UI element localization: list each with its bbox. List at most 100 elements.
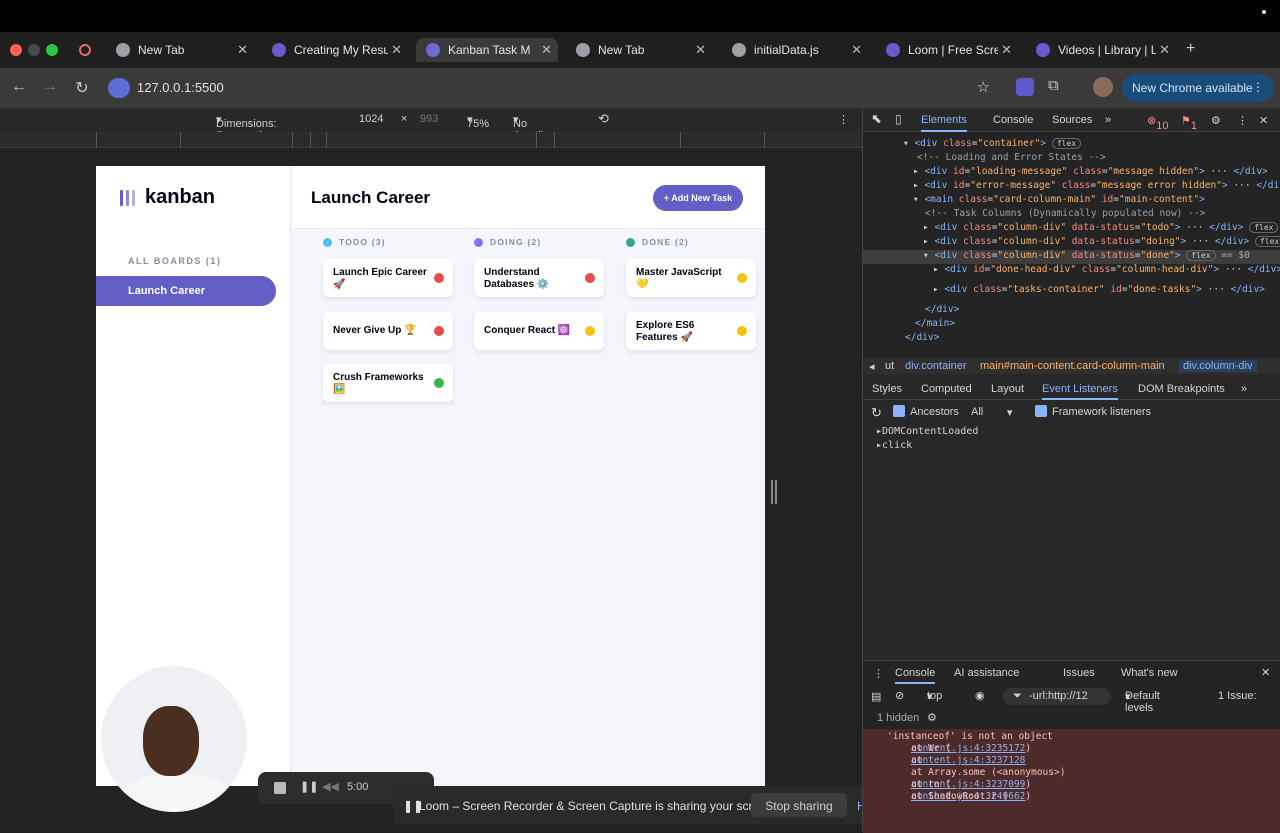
- task-card[interactable]: Never Give Up 🏆: [323, 311, 453, 350]
- close-icon[interactable]: ✕: [1261, 666, 1270, 679]
- browser-tab[interactable]: Videos | Library | L ✕: [1026, 38, 1176, 62]
- close-tab-icon[interactable]: ✕: [1159, 42, 1170, 58]
- dom-node[interactable]: ▾ <div class="container"> flex: [903, 138, 1082, 149]
- warning-count[interactable]: ⚑ 1: [1181, 114, 1197, 132]
- breadcrumb-item[interactable]: div.column-div: [1179, 360, 1257, 372]
- source-link[interactable]: content.js:4:3237128: [911, 755, 1025, 766]
- settings-icon[interactable]: ⚙: [1211, 114, 1221, 127]
- dom-node[interactable]: ▸ <div id="error-message" class="message…: [913, 180, 1280, 191]
- issues-count[interactable]: 1 Issue:: [1218, 690, 1257, 702]
- task-card[interactable]: Launch Epic Career 🚀: [323, 259, 453, 297]
- dom-node[interactable]: </main>: [915, 318, 955, 329]
- subtab-styles[interactable]: Styles: [872, 383, 902, 395]
- sidebar-toggle-icon[interactable]: ▤: [871, 690, 881, 703]
- new-chrome-button[interactable]: New Chrome available ⋮: [1122, 74, 1274, 102]
- dom-node[interactable]: <!-- Loading and Error States -->: [917, 152, 1106, 163]
- breadcrumb-item[interactable]: div.container: [905, 360, 967, 372]
- more-icon[interactable]: ⋮: [838, 113, 849, 126]
- breadcrumb-item[interactable]: main#main-content.card-column-main: [980, 360, 1165, 372]
- star-icon[interactable]: ☆: [977, 78, 990, 96]
- stop-sharing-button[interactable]: Stop sharing: [751, 793, 847, 817]
- dom-node[interactable]: <!-- Task Columns (Dynamically populated…: [925, 208, 1205, 219]
- board-item-launch-career[interactable]: Launch Career: [96, 276, 276, 306]
- close-tab-icon[interactable]: ✕: [851, 42, 862, 58]
- tab-ai-assistance[interactable]: AI assistance: [954, 667, 1019, 679]
- task-card[interactable]: Master JavaScript 💛: [626, 259, 756, 297]
- pause-icon[interactable]: ❚❚: [300, 780, 318, 793]
- address-bar[interactable]: 127.0.0.1:5500 ☆: [104, 74, 1004, 102]
- console-settings-icon[interactable]: ⚙: [927, 711, 937, 724]
- flex-badge[interactable]: flex: [1051, 138, 1082, 149]
- close-tab-icon[interactable]: ✕: [237, 42, 248, 58]
- tab-sources[interactable]: Sources: [1052, 114, 1092, 126]
- dom-node[interactable]: ▸ <div class="column-div" data-status="t…: [923, 222, 1279, 233]
- flex-badge[interactable]: flex: [1249, 222, 1279, 233]
- task-card[interactable]: Understand Databases ⚙️: [474, 259, 604, 297]
- browser-tab[interactable]: New Tab ✕: [566, 38, 712, 62]
- minimize-window-button[interactable]: [28, 44, 40, 56]
- tab-issues[interactable]: Issues: [1063, 667, 1095, 679]
- browser-tab[interactable]: New Tab ✕: [106, 38, 254, 62]
- task-card[interactable]: Conquer React ⚛️: [474, 311, 604, 350]
- height-input[interactable]: 993: [420, 113, 438, 125]
- dom-node[interactable]: ▸ <div id="done-head-div" class="column-…: [933, 264, 1280, 275]
- drawer-menu-icon[interactable]: ⋮: [873, 667, 884, 680]
- tab-console[interactable]: Console: [993, 114, 1033, 126]
- dom-node[interactable]: ▾ <div class="column-div" data-status="d…: [923, 250, 1250, 261]
- add-task-button[interactable]: + Add New Task: [653, 185, 743, 211]
- task-card[interactable]: Explore ES6 Features 🚀: [626, 311, 756, 350]
- clear-console-icon[interactable]: ⊘: [895, 689, 904, 702]
- back-icon[interactable]: ←: [9, 78, 29, 96]
- resize-handle[interactable]: [771, 480, 777, 504]
- device-toggle-icon[interactable]: ▯: [895, 112, 902, 126]
- site-info-icon[interactable]: [108, 78, 130, 98]
- rotate-icon[interactable]: ⟲: [598, 111, 609, 127]
- close-tab-icon[interactable]: ✕: [1001, 42, 1012, 58]
- reload-icon[interactable]: ↻: [72, 78, 92, 98]
- forward-icon[interactable]: →: [40, 78, 60, 96]
- dom-node[interactable]: </div>: [905, 332, 939, 343]
- webcam-bubble[interactable]: [101, 666, 247, 812]
- tab-whats-new[interactable]: What's new: [1121, 667, 1178, 679]
- throttle-select[interactable]: No throttling ▾: [513, 113, 555, 142]
- subtab-layout[interactable]: Layout: [991, 383, 1024, 395]
- more-icon[interactable]: ⋮: [1237, 114, 1248, 127]
- inspect-icon[interactable]: ⬉: [871, 111, 882, 127]
- close-window-button[interactable]: [10, 44, 22, 56]
- browser-tab[interactable]: Kanban Task M ✕: [416, 38, 558, 62]
- flex-badge[interactable]: flex: [1186, 250, 1216, 261]
- levels-select[interactable]: Default levels ▾: [1125, 690, 1160, 714]
- maximize-window-button[interactable]: [46, 44, 58, 56]
- dimensions-select[interactable]: Dimensions: Responsive ▾: [216, 113, 277, 142]
- context-select[interactable]: top ▾: [927, 690, 942, 703]
- refresh-icon[interactable]: ↻: [871, 405, 882, 421]
- framework-checkbox[interactable]: [1035, 405, 1047, 417]
- browser-tab[interactable]: initialData.js ✕: [722, 38, 868, 62]
- close-tab-icon[interactable]: ✕: [695, 42, 706, 58]
- subtab-dom-breakpoints[interactable]: DOM Breakpoints: [1138, 383, 1225, 395]
- dom-node[interactable]: ▸ <div class="tasks-container" id="done-…: [933, 284, 1265, 295]
- stop-recording-icon[interactable]: [274, 782, 286, 794]
- profile-avatar[interactable]: [1093, 77, 1113, 97]
- close-tab-icon[interactable]: ✕: [391, 42, 402, 58]
- event-item[interactable]: ▸ DOMContentLoaded: [876, 426, 978, 437]
- subtab-event-listeners[interactable]: Event Listeners: [1042, 383, 1118, 400]
- extension-loom-icon[interactable]: [1016, 78, 1034, 96]
- dom-node[interactable]: ▾ <main class="card-column-main" id="mai…: [913, 194, 1205, 205]
- close-icon[interactable]: ✕: [1259, 114, 1268, 127]
- dom-node[interactable]: ▸ <div class="column-div" data-status="d…: [923, 236, 1280, 247]
- width-input[interactable]: 1024: [359, 113, 383, 125]
- close-tab-icon[interactable]: ✕: [541, 42, 552, 58]
- browser-tab[interactable]: Creating My Resu ✕: [262, 38, 408, 62]
- tab-elements[interactable]: Elements: [921, 114, 967, 132]
- ancestors-checkbox[interactable]: [893, 405, 905, 417]
- new-tab-button[interactable]: +: [1186, 40, 1195, 58]
- eye-icon[interactable]: ◉: [975, 689, 985, 702]
- browser-tab[interactable]: Loom | Free Scree ✕: [876, 38, 1018, 62]
- tab-console-drawer[interactable]: Console: [895, 667, 936, 684]
- dom-node[interactable]: </div>: [925, 304, 959, 315]
- error-count[interactable]: ⊗ 10: [1147, 114, 1168, 132]
- dom-node[interactable]: ▸ <div id="loading-message" class="messa…: [913, 166, 1268, 177]
- rewind-icon[interactable]: ◀◀: [322, 780, 339, 793]
- flex-badge[interactable]: flex: [1254, 236, 1280, 247]
